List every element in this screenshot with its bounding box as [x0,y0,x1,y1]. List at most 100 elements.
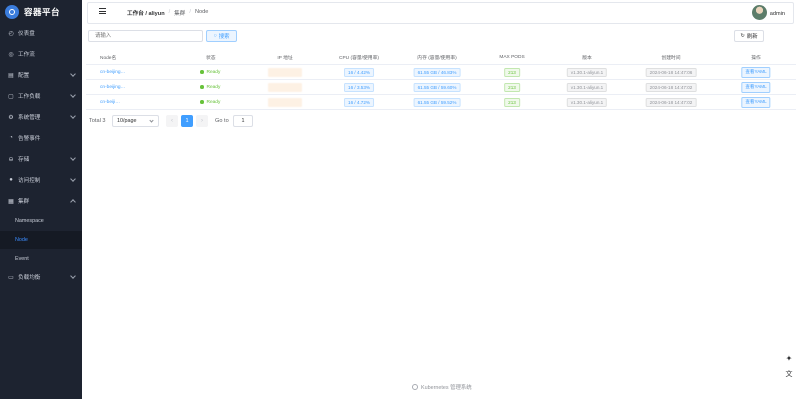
status-dot-icon [200,100,204,104]
grid-icon: ▦ [8,198,14,205]
sparkle-icon[interactable]: ✦ [784,353,794,363]
column-header-status: 状态 [206,56,216,61]
ip-address-redacted [268,82,302,92]
created-tag: 2024-06-18 14:47:02 [645,97,697,107]
node-name-link[interactable]: cn-beijing… [100,65,125,79]
footer: Kubernetes 管理系统 [412,383,472,391]
menu-toggle-icon[interactable] [99,8,106,14]
pagination-total: Total 3 [89,118,106,124]
action-cell: 查看YAML [741,65,771,79]
cpu-tag: 16 / 4.72% [344,97,374,107]
page-size-value: 10/page [117,118,137,124]
status-dot-icon [200,70,204,74]
table-row: cn-beijing… Ready 16 / 4.42% 61.55 GB / … [86,65,796,80]
sidebar-subitem-label: Node [15,237,28,243]
search-icon: ○ [213,33,217,39]
prev-page-button[interactable]: ‹ [166,115,178,127]
sidebar-item-access[interactable]: ● 访问控制 [0,171,82,189]
refresh-button[interactable]: ↻ 刷新 [734,30,764,42]
sidebar-item-label: 配置 [18,73,30,79]
goto-label: Go to [215,118,229,124]
footer-logo-icon [412,384,418,390]
status-badge: Ready [200,95,220,109]
created-cell: 2024-06-18 14:47:02 [645,80,697,94]
dashboard-icon: ◴ [8,30,14,37]
footer-text: Kubernetes 管理系统 [421,385,472,391]
avatar[interactable] [752,5,767,20]
view-yaml-button[interactable]: 查看YAML [741,96,771,108]
breadcrumb-item[interactable]: 集群 [174,9,185,17]
memory-tag: 61.55 GB / 59.52% [413,97,461,107]
sidebar-item-workflow[interactable]: ◎ 工作流 [0,45,82,63]
node-name-link[interactable]: cn-beiji… [100,95,120,109]
storage-icon: ⊖ [8,156,14,163]
sidebar-subitem-label: Event [15,256,29,262]
breadcrumb-item[interactable]: 工作台 / aliyun [127,9,165,17]
column-header-ip: IP 地址 [277,56,293,61]
sidebar-item-system[interactable]: ⚙ 系统管理 [0,108,82,126]
kubernetes-logo-icon [5,5,19,19]
sidebar-item-label: 访问控制 [18,178,41,184]
sidebar-item-storage[interactable]: ⊖ 存储 [0,150,82,168]
max-pods-cell: 213 [504,65,520,79]
memory-cell: 61.55 GB / 46.83% [413,65,461,79]
chevron-down-icon [70,176,76,182]
sidebar-item-label: 工作流 [18,52,35,58]
sidebar-item-label: 集群 [18,199,30,205]
refresh-button-label: 刷新 [746,34,758,40]
ip-cell [268,65,302,79]
max-pods-cell: 213 [504,95,520,109]
sidebar-item-dashboard[interactable]: ◴ 仪表盘 [0,24,82,42]
version-tag: v1.30.1-aliyun.1 [566,97,608,107]
max-pods-cell: 213 [504,80,520,94]
search-input[interactable] [88,30,203,42]
column-header-action: 操作 [751,56,761,61]
sidebar-item-config[interactable]: ▤ 配置 [0,66,82,84]
sidebar-subitem-event[interactable]: Event [0,250,82,268]
page-number-current[interactable]: 1 [181,115,193,127]
sidebar-subitem-node[interactable]: Node [0,231,82,249]
status-text: Ready [206,69,221,75]
chevron-up-icon [70,199,76,205]
translate-icon[interactable]: 文 [784,369,794,379]
sidebar-item-label: 工作负载 [18,94,41,100]
max-pods-tag: 213 [504,97,520,107]
version-cell: v1.30.1-aliyun.1 [566,65,608,79]
table-row: cn-beiji… Ready 16 / 4.72% 61.55 GB / 59… [86,95,796,110]
search-button[interactable]: ○ 搜索 [206,30,237,42]
config-icon: ▤ [8,72,14,79]
version-cell: v1.30.1-aliyun.1 [566,80,608,94]
status-text: Ready [206,99,221,105]
chevron-down-icon [70,273,76,279]
view-yaml-button[interactable]: 查看YAML [741,66,771,78]
sidebar-item-label: 存储 [18,157,30,163]
next-page-button[interactable]: › [196,115,208,127]
node-name-link[interactable]: cn-beijing… [100,80,125,94]
created-tag: 2024-06-18 14:47:02 [645,82,697,92]
goto-page-input[interactable]: 1 [233,115,253,127]
sidebar-item-loadbalance[interactable]: ▭ 负载均衡 [0,268,82,286]
bell-icon: ◔ [9,135,13,141]
memory-tag: 61.55 GB / 59.60% [413,82,461,92]
created-cell: 2024-06-18 14:47:06 [645,65,697,79]
sidebar-subitem-namespace[interactable]: Namespace [0,212,82,230]
max-pods-tag: 213 [504,67,520,77]
view-yaml-button[interactable]: 查看YAML [741,81,771,93]
version-cell: v1.30.1-aliyun.1 [566,95,608,109]
sidebar-item-alerts[interactable]: ◔ 告警事件 [0,129,82,147]
sidebar-item-cluster[interactable]: ▦ 集群 [0,192,82,210]
column-header-max-pods: MAX PODS [499,55,525,60]
username[interactable]: admin [770,11,785,17]
logo[interactable]: 容器平台 [0,0,82,24]
sidebar-item-workload[interactable]: ▢ 工作负载 [0,87,82,105]
ip-cell [268,95,302,109]
breadcrumb-item: Node [194,9,209,15]
page-size-select[interactable]: 10/page [112,115,159,127]
sidebar-subitem-label: Namespace [15,218,44,224]
status-text: Ready [206,84,221,90]
cpu-tag: 16 / 3.53% [344,82,374,92]
node-table: Node名 状态 IP 地址 CPU (容量/使用率) 内存 (容量/使用率) … [86,51,796,110]
refresh-icon: ↻ [740,33,745,39]
cpu-tag: 16 / 4.42% [344,67,374,77]
created-cell: 2024-06-18 14:47:02 [645,95,697,109]
